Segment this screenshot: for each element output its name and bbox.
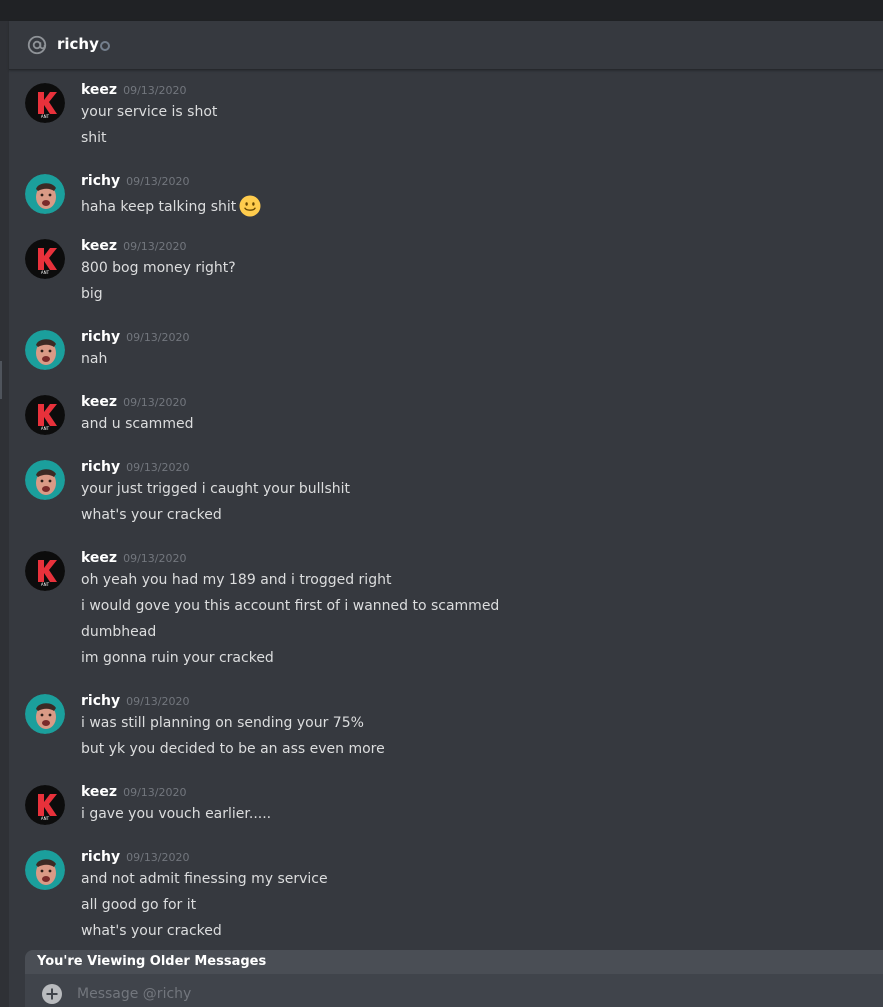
message-input[interactable] — [77, 982, 777, 1006]
message-text: and u scammed — [81, 416, 194, 432]
author-name[interactable]: keez — [81, 82, 117, 98]
message-text: 800 bog money right? — [81, 260, 236, 276]
k-logo-avatar[interactable]: ANT — [25, 395, 65, 435]
message-timestamp: 09/13/2020 — [126, 851, 190, 864]
message-line: i gave you vouch earlier..... — [81, 806, 271, 822]
message-line: and not admit finessing my service — [81, 871, 328, 887]
offline-status-icon — [100, 41, 110, 51]
message-text: your just trigged i caught your bullshit — [81, 481, 350, 497]
message-author[interactable]: keez 09/13/2020 — [81, 238, 186, 254]
older-messages-label: You're Viewing Older Messages — [37, 954, 267, 969]
message-author[interactable]: keez 09/13/2020 — [81, 82, 186, 98]
message-timestamp: 09/13/2020 — [123, 396, 187, 409]
author-name[interactable]: richy — [81, 849, 120, 865]
message-line: im gonna ruin your cracked — [81, 650, 274, 666]
message-author[interactable]: keez 09/13/2020 — [81, 394, 186, 410]
channel-title: richy — [57, 35, 99, 53]
k-logo-avatar[interactable]: ANT — [25, 551, 65, 591]
author-name[interactable]: keez — [81, 238, 117, 254]
message-text: but yk you decided to be an ass even mor… — [81, 741, 385, 757]
message-author[interactable]: keez 09/13/2020 — [81, 784, 186, 800]
svg-text:ANT: ANT — [41, 582, 50, 587]
message-author[interactable]: richy 09/13/2020 — [81, 173, 190, 189]
message-line: shit — [81, 130, 107, 146]
message-line: oh yeah you had my 189 and i trogged rig… — [81, 572, 391, 588]
message-timestamp: 09/13/2020 — [123, 84, 187, 97]
face-avatar[interactable] — [25, 694, 65, 734]
author-name[interactable]: richy — [81, 329, 120, 345]
message-text: what's your cracked — [81, 507, 222, 523]
message-text: oh yeah you had my 189 and i trogged rig… — [81, 572, 392, 588]
message-line: 800 bog money right? — [81, 260, 236, 276]
k-logo-avatar[interactable]: ANT — [25, 785, 65, 825]
author-name[interactable]: richy — [81, 693, 120, 709]
message-text: i would gove you this account first of i… — [81, 598, 500, 614]
message-timestamp: 09/13/2020 — [126, 175, 190, 188]
message-line: big — [81, 286, 103, 302]
message-timestamp: 09/13/2020 — [126, 695, 190, 708]
message-author[interactable]: keez 09/13/2020 — [81, 550, 186, 566]
message-timestamp: 09/13/2020 — [123, 552, 187, 565]
message-text: shit — [81, 130, 107, 146]
message-line: your service is shot — [81, 104, 217, 120]
message-line: and u scammed — [81, 416, 193, 432]
window-top-bar — [0, 0, 883, 21]
message-text: i was still planning on sending your 75% — [81, 715, 364, 731]
author-name[interactable]: keez — [81, 394, 117, 410]
message-text: your service is shot — [81, 104, 218, 120]
face-avatar[interactable] — [25, 330, 65, 370]
message-timestamp: 09/13/2020 — [123, 786, 187, 799]
channel-header: richy — [9, 21, 883, 70]
message-line: your just trigged i caught your bullshit — [81, 481, 350, 497]
message-author[interactable]: richy 09/13/2020 — [81, 459, 190, 475]
message-text: nah — [81, 351, 108, 367]
author-name[interactable]: keez — [81, 784, 117, 800]
message-text: big — [81, 286, 103, 302]
server-sidebar-edge — [0, 21, 9, 1007]
message-line: i was still planning on sending your 75% — [81, 715, 364, 731]
svg-text:ANT: ANT — [41, 270, 50, 275]
message-author[interactable]: richy 09/13/2020 — [81, 693, 190, 709]
message-timestamp: 09/13/2020 — [123, 240, 187, 253]
k-logo-avatar[interactable]: ANT — [25, 83, 65, 123]
message-author[interactable]: richy 09/13/2020 — [81, 849, 190, 865]
k-logo-avatar[interactable]: ANT — [25, 239, 65, 279]
message-text: what's your cracked — [81, 923, 222, 939]
message-line: what's your cracked — [81, 923, 222, 939]
svg-text:ANT: ANT — [41, 114, 50, 119]
at-sign-icon — [27, 35, 47, 55]
message-line: haha keep talking shit — [81, 195, 261, 217]
face-avatar[interactable] — [25, 460, 65, 500]
sidebar-indicator — [0, 361, 2, 399]
message-text: dumbhead — [81, 624, 157, 640]
svg-text:ANT: ANT — [41, 426, 50, 431]
message-list[interactable]: ANT keez 09/13/2020 your service is shot shi… — [9, 70, 883, 949]
message-text: haha keep talking shit — [81, 199, 237, 215]
face-avatar[interactable] — [25, 174, 65, 214]
older-messages-bar[interactable]: You're Viewing Older Messages — [25, 950, 883, 974]
message-line: what's your cracked — [81, 507, 222, 523]
message-line: nah — [81, 351, 107, 367]
message-text: i gave you vouch earlier..... — [81, 806, 272, 822]
message-text: and not admit finessing my service — [81, 871, 328, 887]
add-attachment-icon[interactable] — [42, 984, 62, 1004]
message-author[interactable]: richy 09/13/2020 — [81, 329, 190, 345]
author-name[interactable]: richy — [81, 173, 120, 189]
message-text: all good go for it — [81, 897, 197, 913]
slightly-smiling-face-emoji — [239, 195, 261, 217]
author-name[interactable]: richy — [81, 459, 120, 475]
message-line: i would gove you this account first of i… — [81, 598, 499, 614]
message-composer — [25, 974, 883, 1007]
message-timestamp: 09/13/2020 — [126, 331, 190, 344]
author-name[interactable]: keez — [81, 550, 117, 566]
message-text: im gonna ruin your cracked — [81, 650, 274, 666]
message-timestamp: 09/13/2020 — [126, 461, 190, 474]
message-line: dumbhead — [81, 624, 156, 640]
message-line: all good go for it — [81, 897, 196, 913]
svg-text:ANT: ANT — [41, 816, 50, 821]
message-line: but yk you decided to be an ass even mor… — [81, 741, 385, 757]
face-avatar[interactable] — [25, 850, 65, 890]
